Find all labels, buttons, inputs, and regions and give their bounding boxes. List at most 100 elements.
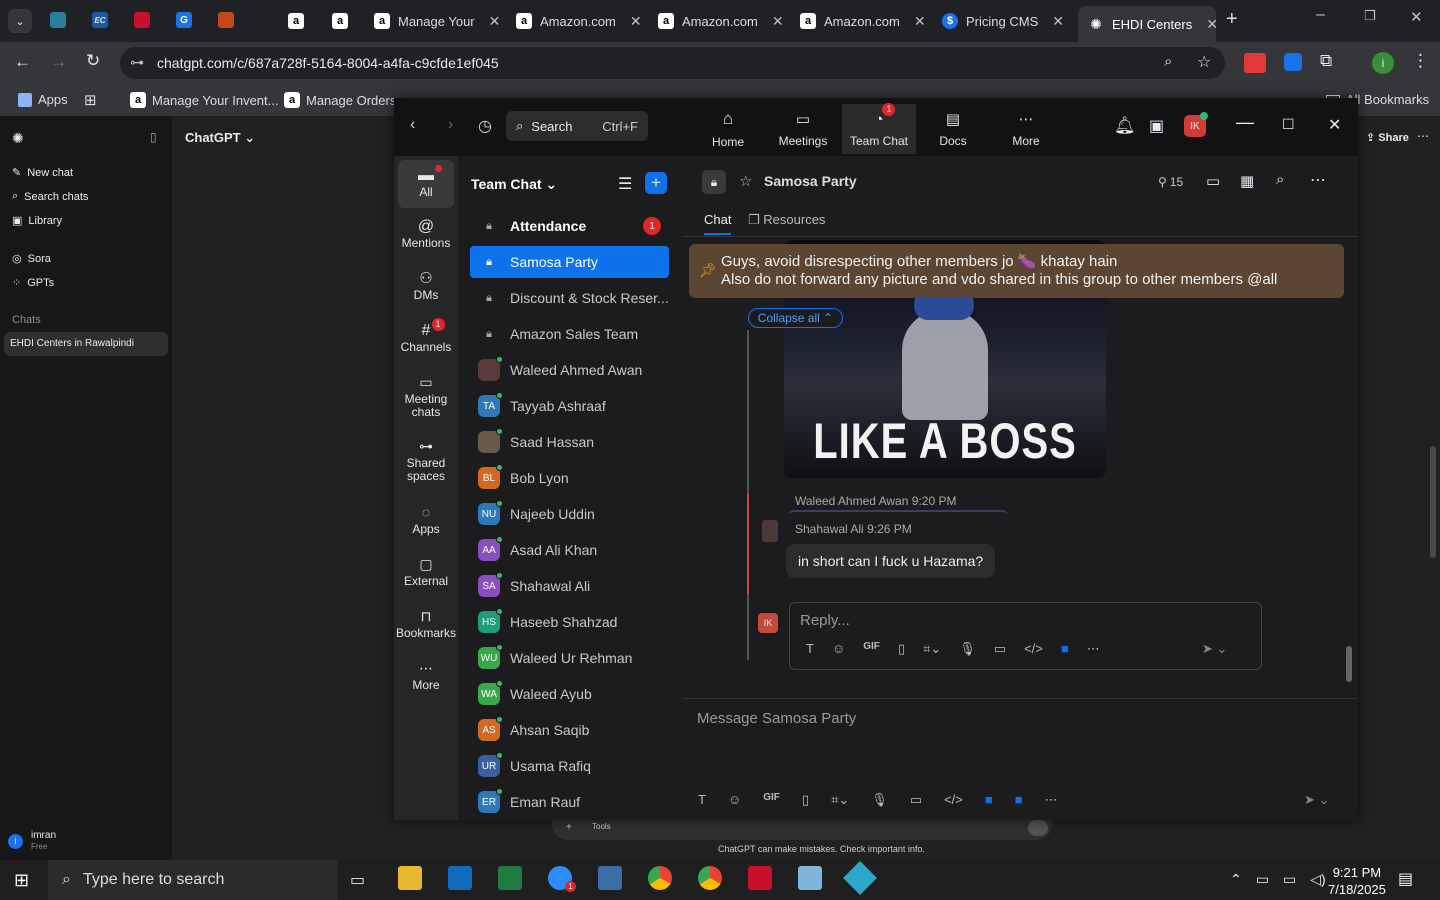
sora-button[interactable]: ◎ Sora	[12, 252, 51, 266]
zoom-app-icon[interactable]: 1	[548, 866, 576, 892]
tab-amazon-5[interactable]: a Amazon.com ✕	[790, 6, 930, 36]
close-icon[interactable]: ✕	[772, 13, 784, 30]
gif-icon[interactable]: GIF	[763, 792, 780, 808]
rail-channels[interactable]: #1 Channels	[398, 318, 454, 354]
chat-list-item[interactable]: AS Ahsan Saqib	[470, 714, 669, 746]
rail-mentions[interactable]: @ Mentions	[398, 219, 454, 250]
more-icon[interactable]: ⋯	[1310, 170, 1326, 190]
reply-box[interactable]: Reply... T ☺ GIF ▯ ⌗⌄ 🎙︎ ▭ </> ■ ⋯ ➤ ⌄	[789, 602, 1262, 670]
tab-manage-your[interactable]: a Manage Your ✕	[364, 6, 504, 36]
filter-icon[interactable]: ☰	[618, 174, 632, 194]
library-button[interactable]: ▣ Library	[12, 214, 62, 228]
reply-input[interactable]: Reply...	[800, 612, 850, 629]
nav-docs[interactable]: ▤ Docs	[918, 106, 988, 152]
video-icon[interactable]: ▭	[1206, 172, 1220, 190]
chat-list-item[interactable]: Saad Hassan	[470, 426, 669, 458]
message-input[interactable]: Message Samosa Party	[697, 710, 856, 727]
emoji-icon[interactable]: ☺	[832, 641, 845, 657]
close-window-icon[interactable]: ✕	[1410, 8, 1423, 26]
chat-list-item[interactable]: NU Najeeb Uddin	[470, 498, 669, 530]
tab-search-icon[interactable]: ⌄	[8, 9, 32, 33]
file-explorer-icon[interactable]	[398, 866, 422, 890]
forward-icon[interactable]: ›	[448, 116, 453, 134]
close-icon[interactable]: ✕	[1206, 16, 1216, 33]
bookmark-manage-orders[interactable]: a Manage Orders	[284, 92, 396, 108]
tools-button[interactable]: Tools	[592, 822, 611, 831]
more-icon[interactable]: ⋯	[1087, 641, 1100, 657]
chat-list-item[interactable]: WA Waleed Ayub	[470, 678, 669, 710]
rail-apps[interactable]: ◌ Apps	[398, 505, 454, 536]
chevron-up-icon[interactable]: ⌃	[1230, 871, 1242, 888]
rail-dms[interactable]: ⚇ DMs	[398, 271, 454, 302]
clock[interactable]: 9:21 PM 7/18/2025	[1328, 864, 1386, 898]
calendar-icon[interactable]: ▦	[1240, 172, 1254, 190]
openai-logo-icon[interactable]: ✺	[12, 130, 24, 147]
rail-meeting-chats[interactable]: ▭ Meeting chats	[398, 375, 454, 419]
grid-icon[interactable]: ⊞	[84, 91, 97, 109]
tab-pricing-cms[interactable]: $ Pricing CMS ✕	[932, 6, 1072, 36]
nav-team-chat[interactable]: ◔ 1 Team Chat	[842, 102, 916, 154]
chrome-icon[interactable]	[648, 866, 672, 890]
back-icon[interactable]: ‹	[410, 116, 415, 134]
share-button[interactable]: ⇪ Share	[1366, 131, 1409, 144]
maximize-icon[interactable]: ☐	[1282, 116, 1295, 133]
new-tab-icon[interactable]: +	[1226, 8, 1238, 31]
more-options-icon[interactable]: ⋯	[1417, 129, 1429, 143]
profile-avatar[interactable]: i	[1372, 52, 1394, 74]
rail-more[interactable]: ⋯ More	[398, 661, 454, 692]
chrome-icon[interactable]	[698, 866, 722, 890]
filezilla-icon[interactable]	[748, 866, 772, 890]
more-icon[interactable]: ⋯	[1045, 792, 1058, 808]
reply-card[interactable]: Shahawal Ali 9:26 PM in short can I fuck…	[786, 510, 1008, 588]
wifi-icon[interactable]: ▭	[1283, 871, 1296, 888]
close-icon[interactable]: ✕	[914, 13, 926, 30]
close-icon[interactable]: ✕	[1328, 115, 1341, 135]
extension-icon[interactable]	[1244, 53, 1266, 73]
search-box[interactable]: ⌕ Search Ctrl+F	[506, 111, 648, 141]
excel-icon[interactable]	[498, 866, 522, 890]
nav-meetings[interactable]: ▭ Meetings	[768, 106, 838, 152]
app-icon[interactable]: ■	[985, 792, 993, 808]
model-selector[interactable]: ChatGPT ⌄	[185, 130, 255, 146]
bell-icon[interactable]: 🔔︎	[1114, 116, 1136, 136]
close-icon[interactable]: ✕	[630, 13, 642, 30]
site-info-icon[interactable]: ⊶	[130, 54, 144, 71]
zoom-icon[interactable]: ⌕	[1164, 53, 1172, 70]
forward-icon[interactable]: →	[50, 52, 67, 72]
gpts-button[interactable]: ⁘ GPTs	[12, 276, 54, 290]
reload-icon[interactable]: ↻	[86, 51, 100, 71]
star-icon[interactable]: ☆	[1197, 52, 1211, 72]
tab-ehdi-centers[interactable]: ✺ EHDI Centers ✕	[1078, 6, 1216, 42]
close-icon[interactable]: ✕	[489, 13, 501, 30]
chat-list-item[interactable]: TA Tayyab Ashraaf	[470, 390, 669, 422]
chat-list-item[interactable]: Waleed Ahmed Awan	[470, 354, 669, 386]
tab-resources[interactable]: ❐ Resources	[748, 212, 825, 228]
mic-icon[interactable]: 🎙︎	[959, 641, 976, 657]
restore-icon[interactable]: ❐	[1364, 8, 1376, 24]
bookmark-manage-inventory[interactable]: a Manage Your Invent...	[130, 92, 278, 108]
tab-amazon-4[interactable]: a Amazon.com ✕	[648, 6, 788, 36]
reply-message[interactable]: in short can I fuck u Hazama?	[786, 544, 996, 578]
network-icon[interactable]: ▭	[1256, 871, 1269, 888]
minimize-icon[interactable]: –	[1316, 6, 1325, 24]
team-chat-header[interactable]: Team Chat ⌄	[471, 176, 557, 193]
tab-amazon-1[interactable]: a	[278, 6, 306, 36]
omnibox[interactable]: ⊶ chatgpt.com/c/687a728f-5164-8004-a4fa-…	[120, 47, 1225, 79]
screenshot-icon[interactable]: ⌗⌄	[923, 641, 941, 657]
box-icon[interactable]	[218, 12, 234, 28]
plus-icon[interactable]: +	[566, 822, 572, 833]
mic-icon[interactable]: 🎙︎	[871, 792, 888, 808]
task-view-icon[interactable]: ▭	[350, 870, 365, 890]
text-format-icon[interactable]: T	[806, 641, 814, 657]
rail-all[interactable]: ▬ All	[398, 160, 454, 208]
chat-list-item[interactable]: HS Haseeb Shahzad	[470, 606, 669, 638]
nav-more[interactable]: ⋯ More	[991, 106, 1061, 152]
compose-plus-icon[interactable]: +	[645, 172, 667, 194]
puzzle-icon[interactable]: ⧉	[1320, 51, 1332, 71]
gif-icon[interactable]: GIF	[863, 641, 880, 657]
emoji-icon[interactable]: ☺	[728, 792, 741, 808]
volume-icon[interactable]: ◁)	[1310, 871, 1325, 888]
back-icon[interactable]: ←	[14, 52, 31, 72]
video-clip-icon[interactable]: ▭	[910, 792, 922, 808]
dhl-icon[interactable]	[134, 12, 150, 28]
